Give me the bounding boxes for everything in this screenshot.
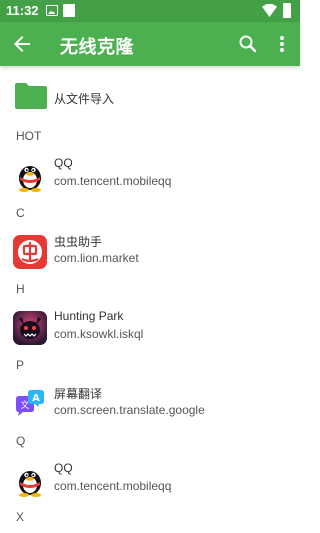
app-name: 屏幕翻译	[54, 387, 103, 401]
back-button[interactable]	[10, 32, 34, 56]
status-time: 11:32	[6, 3, 39, 18]
qq-penguin-icon	[19, 471, 41, 497]
image-notification-icon	[46, 5, 58, 16]
wifi-icon	[262, 4, 277, 17]
app-name: 虫虫助手	[54, 235, 103, 249]
search-button[interactable]	[236, 32, 260, 56]
section-header-h: H	[16, 282, 25, 296]
app-bar: 无线克隆	[0, 22, 300, 66]
app-item-qq[interactable]: QQ com.tencent.mobileqq	[0, 457, 300, 507]
app-item-hunting-park[interactable]: Hunting Park com.ksowkl.iskql	[0, 305, 300, 355]
app-package: com.tencent.mobileqq	[54, 174, 172, 188]
battery-icon	[283, 3, 291, 18]
app-package: com.tencent.mobileqq	[54, 479, 172, 493]
import-from-file-label: 从文件导入	[54, 92, 115, 106]
more-options-button[interactable]	[270, 32, 294, 56]
screen-translate-icon: 文 A	[16, 390, 44, 416]
download-notification-icon	[63, 4, 75, 17]
app-package: com.lion.market	[54, 251, 139, 265]
import-from-file-item[interactable]: 从文件导入	[0, 72, 300, 120]
folder-icon	[15, 83, 47, 109]
svg-text:A: A	[32, 393, 40, 404]
chongchong-icon	[13, 235, 47, 269]
app-name: Hunting Park	[54, 309, 124, 323]
app-name: QQ	[54, 461, 73, 475]
status-bar: 11:32	[0, 0, 300, 22]
section-header-x: X	[16, 510, 25, 524]
app-package: com.ksowkl.iskql	[54, 327, 144, 341]
section-header-hot: HOT	[16, 129, 42, 143]
app-item-screen-translate[interactable]: 文 A 屏幕翻译 com.screen.translate.google	[0, 381, 300, 431]
page-title: 无线克隆	[60, 37, 134, 57]
section-header-p: P	[16, 358, 25, 372]
qq-penguin-icon	[19, 166, 41, 192]
section-header-c: C	[16, 206, 25, 220]
app-item-qq-hot[interactable]: QQ com.tencent.mobileqq	[0, 152, 300, 202]
section-header-q: Q	[16, 434, 26, 448]
app-item-chongchong[interactable]: 虫虫助手 com.lion.market	[0, 229, 300, 279]
hunting-park-icon	[13, 311, 47, 345]
arrow-back-icon	[14, 36, 30, 52]
app-package: com.screen.translate.google	[54, 403, 205, 417]
more-vert-icon	[280, 36, 284, 52]
search-icon	[239, 35, 257, 53]
app-name: QQ	[54, 156, 73, 170]
